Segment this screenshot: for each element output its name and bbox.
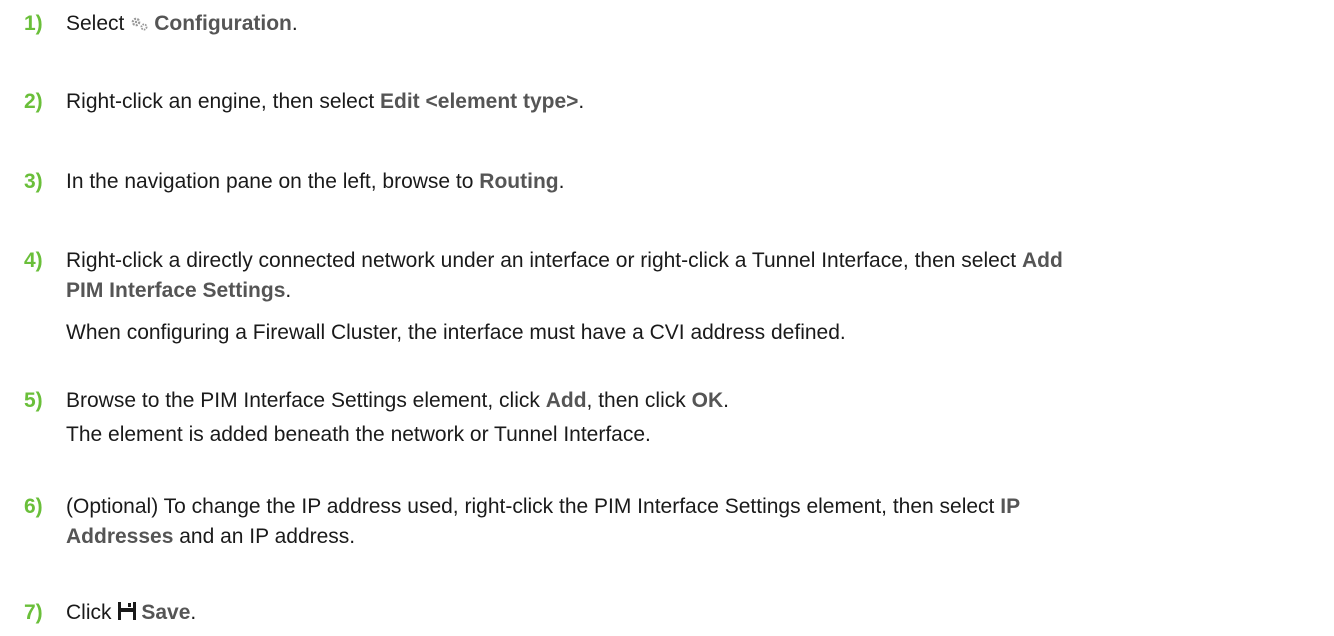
ui-term: Edit <element type>	[380, 90, 579, 113]
step-text: Browse to the PIM Interface Settings ele…	[66, 389, 540, 412]
ui-term: IP	[1000, 495, 1021, 518]
ui-term: OK	[691, 389, 724, 412]
step-text: Select	[66, 12, 125, 35]
step-number: 2)	[24, 90, 43, 113]
ui-term: PIM Interface Settings	[66, 279, 286, 302]
step-number: 1)	[24, 12, 43, 35]
step-punct: .	[558, 170, 565, 193]
step-punct: .	[285, 279, 292, 302]
step-note: The element is added beneath the network…	[66, 423, 651, 446]
step-number: 5)	[24, 389, 43, 412]
step-text: Right-click a directly connected network…	[66, 249, 1017, 272]
step-punct: .	[190, 601, 197, 624]
ui-term: Add	[545, 389, 587, 412]
step-note: When configuring a Firewall Cluster, the…	[66, 321, 846, 344]
step-number: 3)	[24, 170, 43, 193]
ui-term: Addresses	[66, 525, 174, 548]
step-text: , then click	[586, 389, 686, 412]
step-number: 7)	[24, 601, 43, 624]
step-punct: .	[723, 389, 729, 412]
step-punct: .	[578, 90, 585, 113]
step-number: 6)	[24, 495, 43, 518]
step-text: Click	[66, 601, 112, 624]
step-text: (Optional) To change the IP address used…	[66, 495, 995, 518]
step-number: 4)	[24, 249, 43, 272]
ui-term: Save	[141, 601, 191, 624]
step-text: In the navigation pane on the left, brow…	[66, 170, 474, 193]
ui-term: Routing	[479, 170, 559, 193]
save-icon	[117, 600, 137, 630]
ui-term: Configuration	[154, 12, 292, 35]
step-text: and an IP address.	[173, 525, 356, 548]
step-punct: .	[291, 12, 298, 35]
gears-icon	[130, 11, 150, 41]
step-text: Right-click an engine, then select	[66, 90, 375, 113]
ui-term: Add	[1021, 249, 1063, 272]
